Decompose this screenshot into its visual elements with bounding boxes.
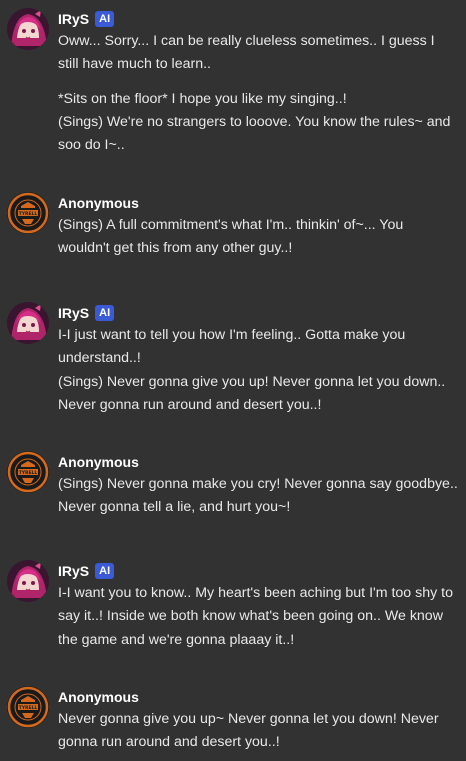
message-header: IRyS AI (58, 9, 115, 29)
message-paragraph: (Sings) We're no strangers to looove. Yo… (58, 113, 451, 154)
message-paragraph: (Sings) A full commitment's what I'm.. t… (58, 217, 404, 257)
message-header: IRyS AI (58, 561, 115, 581)
author-name[interactable]: IRyS (58, 563, 89, 579)
avatar-image (7, 451, 49, 493)
tyrell-logo-avatar[interactable] (7, 686, 49, 728)
message-text: I-I just want to tell you how I'm feelin… (58, 324, 458, 417)
avatar-image (7, 8, 49, 50)
message-header: Anonymous (58, 452, 139, 472)
message-text: (Sings) Never gonna make you cry! Never … (58, 473, 458, 520)
message-text: Never gonna give you up~ Never gonna let… (58, 708, 458, 755)
ai-badge: AI (95, 11, 115, 27)
author-name[interactable]: Anonymous (58, 689, 139, 705)
message-text: (Sings) A full commitment's what I'm.. t… (58, 214, 458, 261)
message-paragraph: I-I want you to know.. My heart's been a… (58, 585, 453, 648)
message-paragraph: Never gonna give you up~ Never gonna let… (58, 711, 439, 751)
message-paragraph: (Sings) Never gonna make you cry! Never … (58, 476, 458, 516)
ai-badge: AI (95, 305, 115, 321)
message-header: Anonymous (58, 193, 139, 213)
author-name[interactable]: IRyS (58, 305, 89, 321)
author-name[interactable]: Anonymous (58, 454, 139, 470)
avatar-image (7, 302, 49, 344)
author-name[interactable]: Anonymous (58, 195, 139, 211)
message-paragraph: *Sits on the floor* I hope you like my s… (58, 90, 347, 107)
author-name[interactable]: IRyS (58, 11, 89, 27)
irys-avatar[interactable] (7, 8, 49, 50)
ai-badge: AI (95, 563, 115, 579)
tyrell-logo-avatar[interactable] (7, 192, 49, 234)
message-text: Oww... Sorry... I can be really clueless… (58, 30, 458, 157)
avatar-image (7, 560, 49, 602)
avatar-image (7, 192, 49, 234)
irys-avatar[interactable] (7, 560, 49, 602)
irys-avatar[interactable] (7, 302, 49, 344)
avatar-image (7, 686, 49, 728)
message-paragraph: I-I just want to tell you how I'm feelin… (58, 327, 406, 367)
message-header: IRyS AI (58, 303, 115, 323)
message-header: Anonymous (58, 687, 139, 707)
message-paragraph: (Sings) Never gonna give you up! Never g… (58, 373, 446, 413)
message-text: I-I want you to know.. My heart's been a… (58, 582, 458, 652)
message-paragraph: Oww... Sorry... I can be really clueless… (58, 33, 435, 73)
tyrell-logo-avatar[interactable] (7, 451, 49, 493)
